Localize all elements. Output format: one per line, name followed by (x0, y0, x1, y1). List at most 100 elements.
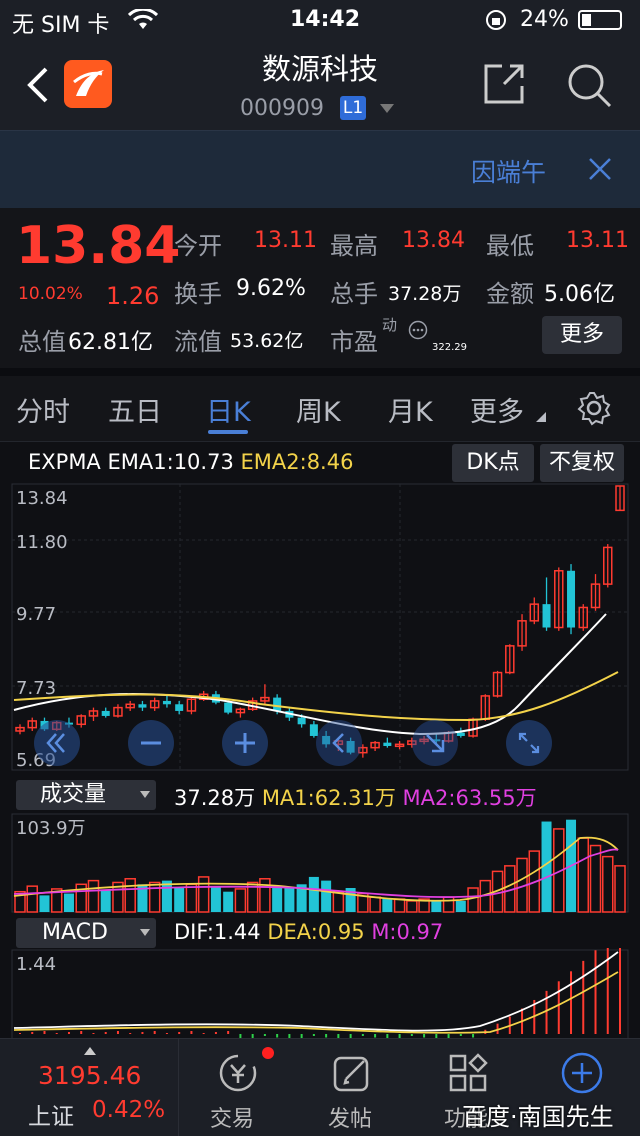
volume-panel: 成交量 37.28万 MA1:62.31万 MA2:63.55万 103.9万 (0, 780, 640, 916)
last-price: 13.84 (16, 216, 181, 276)
volume-bar (210, 886, 221, 912)
chevron-down-icon[interactable] (380, 104, 394, 114)
volume-legend: 37.28万 MA1:62.31万 MA2:63.55万 (174, 782, 537, 812)
macd-dif: DIF:1.44 (174, 920, 261, 944)
volume-bar (284, 888, 295, 912)
tab-daily-k[interactable]: 日K (206, 390, 251, 429)
volume-bar (39, 895, 50, 912)
volume-bar (308, 876, 319, 912)
volume-bar (321, 880, 332, 912)
level-badge: L1 (340, 96, 366, 120)
more-dots-icon[interactable] (408, 320, 428, 340)
chevron-left-icon (332, 733, 344, 753)
add-circle-icon[interactable] (560, 1051, 604, 1095)
macd-max-label: 1.44 (16, 954, 56, 975)
clock: 14:42 (290, 7, 361, 32)
open-value: 13.11 (254, 228, 317, 253)
candle-body (542, 604, 551, 628)
more-button[interactable]: 更多 (542, 316, 622, 354)
trade-button[interactable]: 交易 (198, 1047, 278, 1133)
watermark-text: 百度·南国先生 (462, 1103, 614, 1131)
index-value[interactable]: 3195.46 (38, 1061, 141, 1090)
wifi-icon (128, 9, 158, 29)
share-icon[interactable] (482, 62, 526, 106)
nav-bar: 数源科技 000909 L1 (0, 40, 640, 130)
y-label-top: 13.84 (16, 488, 68, 509)
zoom-in-button[interactable] (222, 720, 268, 766)
tab-monthly-k[interactable]: 月K (388, 390, 433, 429)
post-label: 发帖 (328, 1107, 373, 1132)
low-value: 13.11 (566, 228, 629, 253)
search-icon[interactable] (566, 62, 612, 108)
volume-bar (124, 878, 136, 913)
macd-chart[interactable]: 1.44 (0, 948, 640, 1038)
volume-selector[interactable]: 成交量 (16, 780, 156, 810)
tab-intraday[interactable]: 分时 (16, 390, 70, 429)
volume-bar (259, 878, 271, 913)
volume-current: 37.28万 (174, 786, 256, 810)
index-percent[interactable]: 0.42% (92, 1097, 165, 1123)
volume-selector-label: 成交量 (40, 782, 107, 807)
volume-bar (223, 891, 234, 912)
tab-more[interactable]: 更多 (470, 390, 524, 429)
high-value: 13.84 (402, 228, 465, 253)
notice-banner[interactable]: 因端午 (0, 130, 640, 208)
change-percent: 10.02% (18, 284, 83, 304)
low-label: 最低 (486, 232, 534, 260)
stock-code: 000909 (240, 96, 324, 121)
bottom-bar: 3195.46 上证 0.42% 交易 发帖 功能 百度·南国先生 (0, 1038, 640, 1136)
kline-panel: EXPMA EMA1:10.73 EMA2:8.46 DK点 不复权 13.84… (0, 442, 640, 780)
macd-legend: DIF:1.44 DEA:0.95 M:0.97 (174, 920, 443, 944)
bottom-divider (178, 1039, 179, 1136)
scroll-left-fast-button[interactable] (34, 720, 80, 766)
carrier-text: 无 SIM 卡 (12, 13, 110, 38)
y-label-3: 9.77 (16, 604, 56, 625)
expand-icon (518, 732, 540, 754)
tab-weekly-k[interactable]: 周K (296, 390, 341, 429)
ema1-line (13, 613, 607, 736)
candle-body (224, 702, 233, 713)
trade-label: 交易 (210, 1107, 255, 1132)
volume-max-label: 103.9万 (16, 818, 86, 839)
y-label-4: 7.73 (16, 678, 56, 699)
volume-chart[interactable]: 103.9万 (0, 812, 640, 916)
volume-ma1: MA1:62.31万 (261, 786, 396, 810)
volume-bar (148, 881, 161, 913)
gear-icon[interactable] (576, 390, 612, 426)
candle-body (456, 732, 465, 736)
dropdown-icon (140, 929, 150, 936)
zoom-out-button[interactable] (128, 720, 174, 766)
rotation-lock-icon (486, 10, 506, 30)
turnover-value: 9.62% (236, 276, 306, 301)
scroll-end-button[interactable] (412, 720, 458, 766)
close-icon[interactable] (588, 157, 612, 181)
volume-bar (87, 879, 100, 913)
fullscreen-button[interactable] (506, 720, 552, 766)
tab-five-day[interactable]: 五日 (108, 390, 162, 429)
volume-bar (197, 876, 210, 913)
volume-value: 37.28万 (388, 283, 462, 305)
volume-bar (185, 883, 198, 913)
app-logo-icon (64, 60, 112, 108)
volume-bar (431, 900, 442, 912)
volume-bar (63, 893, 74, 912)
section-divider (0, 368, 640, 376)
high-label: 最高 (330, 232, 378, 260)
volume-bar (467, 887, 479, 913)
back-icon[interactable] (26, 66, 50, 104)
scroll-left-button[interactable] (316, 720, 362, 766)
open-label: 今开 (174, 232, 222, 260)
volume-bar (382, 898, 393, 912)
battery-percent: 24% (520, 7, 569, 32)
candle-body (297, 717, 306, 725)
post-button[interactable]: 发帖 (312, 1047, 392, 1133)
macd-selector-label: MACD (42, 920, 108, 945)
volume-bar (393, 898, 406, 913)
index-name[interactable]: 上证 (28, 1097, 74, 1131)
float-value: 53.62亿 (230, 330, 304, 352)
status-bar: 无 SIM 卡 14:42 24% (0, 0, 640, 40)
stock-name: 数源科技 (261, 52, 378, 86)
macd-selector[interactable]: MACD (16, 918, 156, 948)
volume-bar (332, 890, 345, 913)
volume-bar (234, 888, 247, 913)
